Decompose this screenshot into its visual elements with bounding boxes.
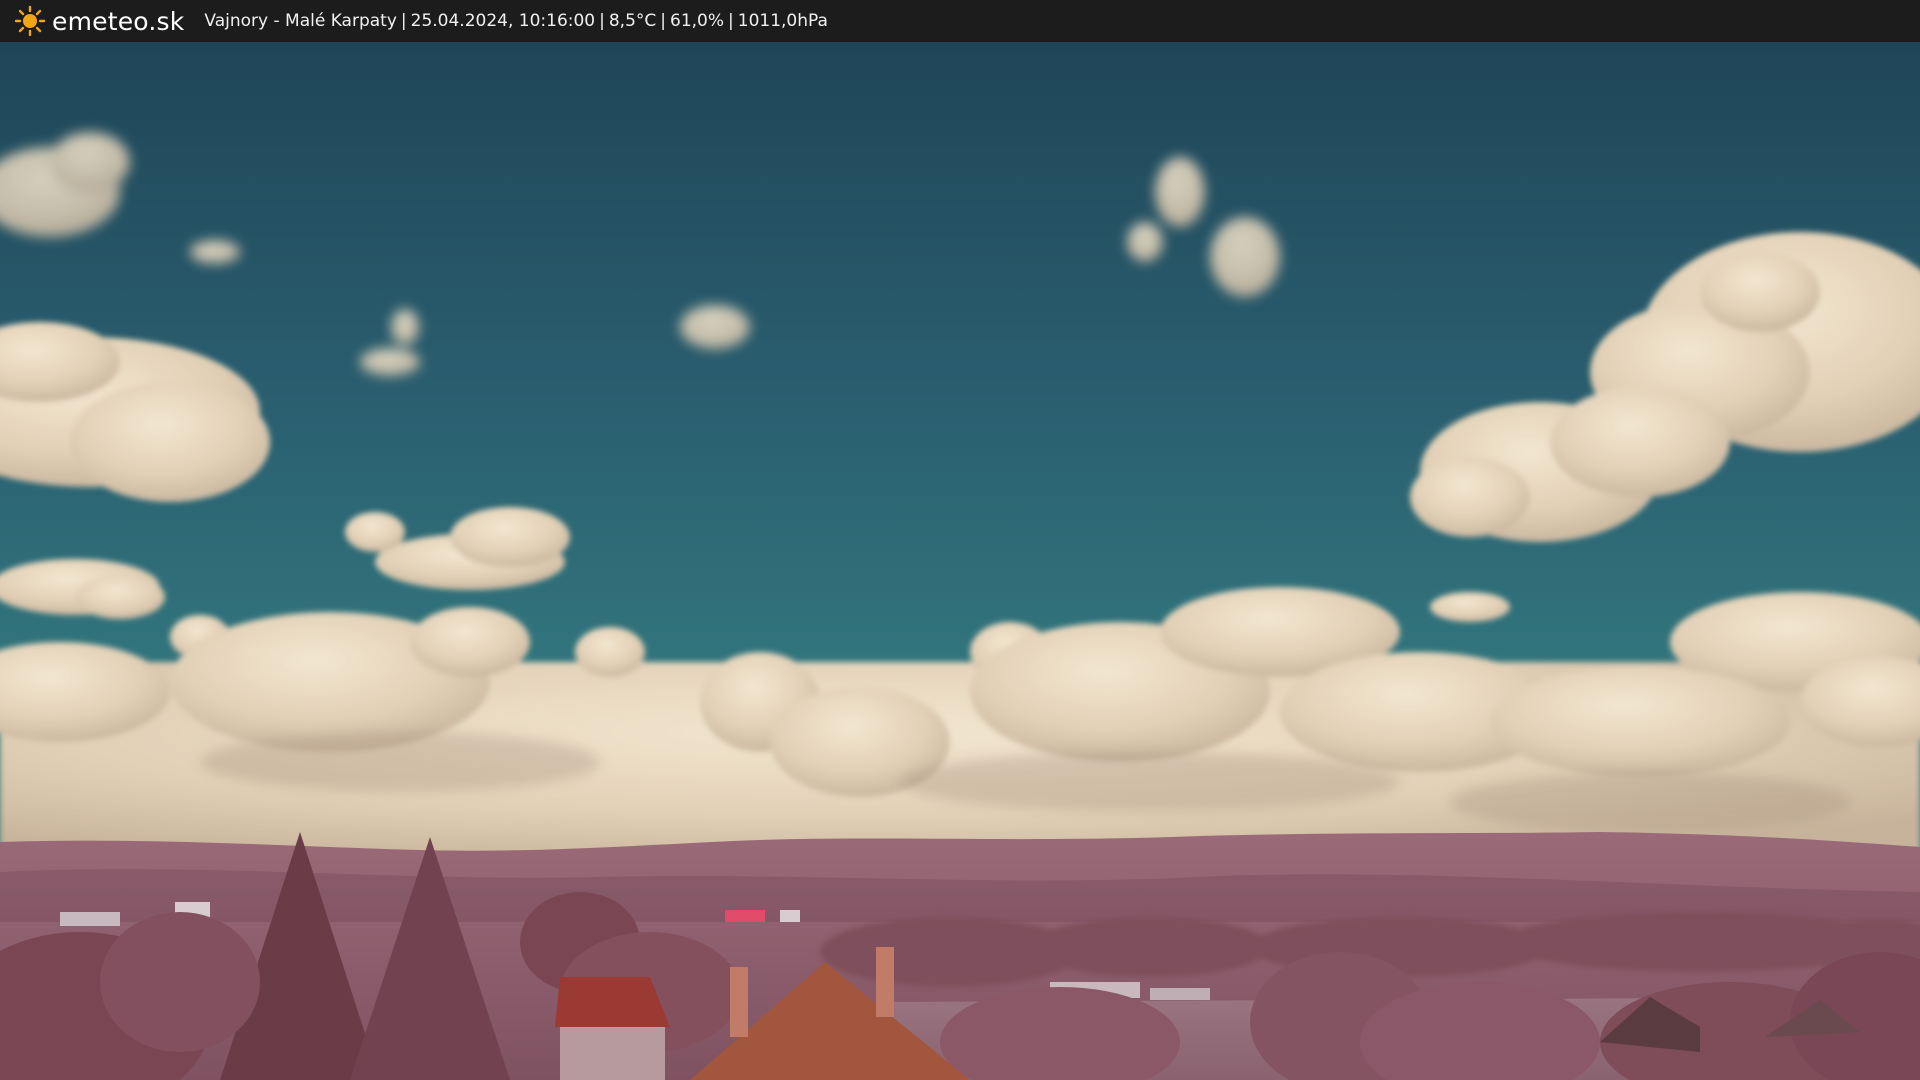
separator: |	[660, 11, 666, 31]
top-caption-bar: emeteo.sk Vajnory - Malé Karpaty | 25.04.2…	[0, 0, 1920, 42]
webcam-landscape-image	[0, 42, 1920, 1080]
pressure-value: 1011,0hPa	[737, 11, 828, 31]
separator: |	[400, 11, 407, 31]
separator: |	[728, 11, 734, 31]
brand-link[interactable]: emeteo.sk	[14, 5, 184, 37]
webcam-frame: emeteo.sk Vajnory - Malé Karpaty | 25.04.2…	[0, 0, 1920, 1080]
brand-name: emeteo.sk	[52, 6, 185, 36]
sun-icon	[14, 5, 46, 37]
location-name: Vajnory - Malé Karpaty	[204, 11, 397, 31]
humidity-value: 61,0%	[670, 11, 725, 31]
temperature-value: 8,5°C	[608, 11, 657, 31]
separator: |	[599, 11, 605, 31]
weather-caption: Vajnory - Malé Karpaty | 25.04.2024, 10:16…	[204, 11, 828, 31]
timestamp: 25.04.2024, 10:16:00	[410, 11, 596, 31]
